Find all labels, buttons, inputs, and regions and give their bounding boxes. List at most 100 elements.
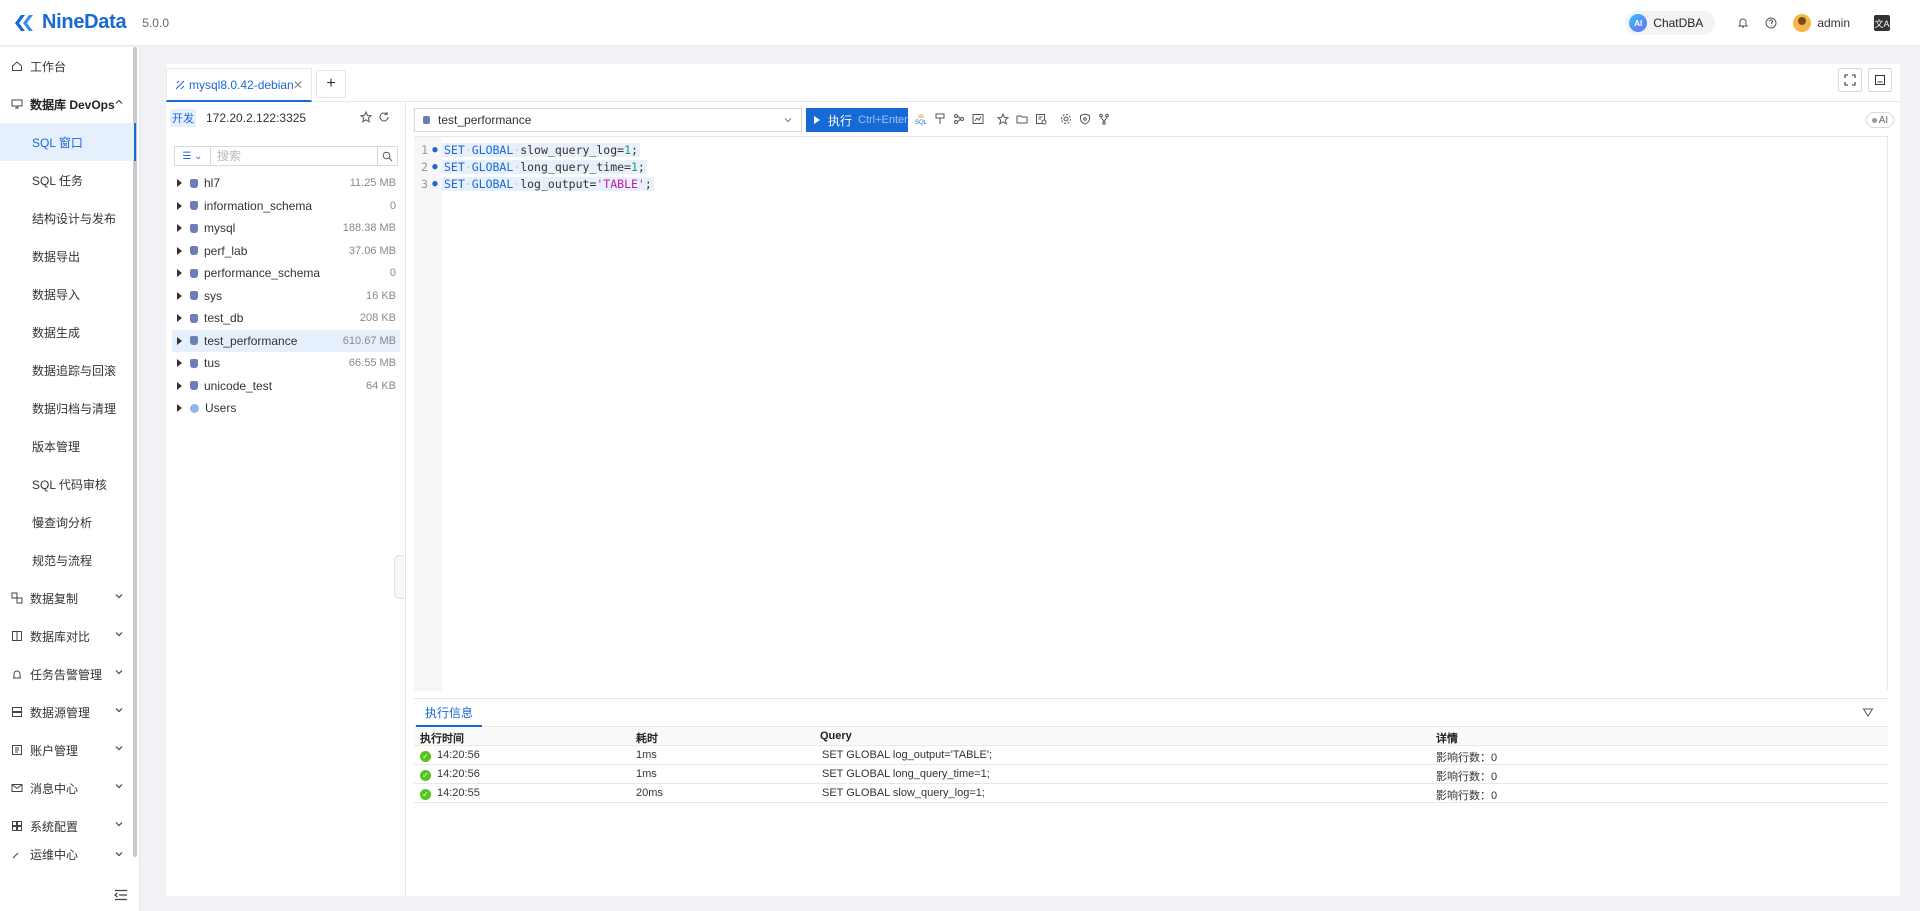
tree-row[interactable]: hl7 11.25 MB [172, 172, 400, 195]
star-icon[interactable] [360, 111, 372, 123]
collapse-result-icon[interactable] [1862, 707, 1874, 719]
refresh-icon[interactable] [378, 111, 390, 123]
settings-icon[interactable] [1059, 112, 1073, 126]
database-icon [190, 358, 198, 368]
expand-caret-icon[interactable] [177, 269, 182, 278]
code-line: 3 ● SET·GLOBAL·log_output='TABLE'; [421, 176, 654, 191]
tree-row[interactable]: test_db 208 KB [172, 307, 400, 330]
tree-row[interactable]: unicode_test 64 KB [172, 375, 400, 398]
expand-caret-icon[interactable] [177, 224, 182, 233]
code-line: 2 ● SET·GLOBAL·long_query_time=1; [421, 159, 647, 174]
sidebar-item-sql-task[interactable]: SQL 任务 [0, 161, 136, 199]
sidebar-item-data-export[interactable]: 数据导出 [0, 237, 136, 275]
sidebar-group-ops-center[interactable]: 运维中心 [0, 845, 136, 863]
paint-brush-icon[interactable] [933, 112, 947, 126]
expand-caret-icon[interactable] [177, 404, 182, 413]
sidebar-group-label: 数据库 DevOps [30, 97, 115, 112]
sidebar-item-data-archive[interactable]: 数据归档与清理 [0, 389, 136, 427]
sidebar-group-label: 消息中心 [30, 781, 79, 796]
sidebar-group-label: 账户管理 [30, 743, 79, 758]
search-button[interactable] [377, 147, 397, 165]
chevron-down-icon [115, 670, 123, 675]
sidebar-group-messages[interactable]: 消息中心 [0, 769, 136, 807]
tree-row[interactable]: information_schema 0 [172, 195, 400, 218]
tree-row[interactable]: mysql 188.38 MB [172, 217, 400, 240]
user-name[interactable]: admin [1817, 16, 1850, 30]
language-switch-icon[interactable]: 文A [1874, 15, 1890, 31]
shield-icon[interactable] [1078, 112, 1092, 126]
sidebar-group-datasource[interactable]: 数据源管理 [0, 693, 136, 731]
expand-caret-icon[interactable] [177, 179, 182, 188]
table-row[interactable]: ✓ 14:20:55 20ms SET GLOBAL slow_query_log… [414, 784, 1888, 803]
tree-row[interactable]: performance_schema 0 [172, 262, 400, 285]
tab-execution-info[interactable]: 执行信息 [416, 699, 482, 727]
sidebar-group-label: 运维中心 [30, 847, 79, 862]
expand-caret-icon[interactable] [177, 291, 182, 300]
branch-icon[interactable] [1097, 112, 1111, 126]
filter-dropdown[interactable]: ☰ ⌄ [175, 147, 211, 165]
sidebar-item-data-import[interactable]: 数据导入 [0, 275, 136, 313]
tree-row-selected[interactable]: test_performance 610.67 MB [172, 329, 400, 352]
help-icon[interactable] [1764, 16, 1778, 30]
sidebar-item-sql-window[interactable]: SQL 窗口 [0, 123, 136, 161]
sidebar-group-replication[interactable]: 数据复制 [0, 579, 136, 617]
close-tab-icon[interactable]: ✕ [293, 78, 303, 92]
editor-tool-icons: SQL [914, 112, 1111, 126]
favorite-icon[interactable] [996, 112, 1010, 126]
database-select[interactable]: test_performance [414, 108, 802, 132]
sidebar-group-accounts[interactable]: 账户管理 [0, 731, 136, 769]
fullscreen-icon[interactable] [1838, 68, 1862, 92]
sidebar-item-rules-flow[interactable]: 规范与流程 [0, 541, 136, 579]
tree-row[interactable]: perf_lab 37.06 MB [172, 240, 400, 263]
sql-editor[interactable]: 1 ● SET·GLOBAL·slow_query_log=1; 2 ● SET·G… [414, 136, 1888, 691]
history-icon[interactable] [1034, 112, 1048, 126]
connection-host: 172.20.2.122:3325 [206, 111, 307, 125]
expand-caret-icon[interactable] [177, 359, 182, 368]
sidebar-item-sql-review[interactable]: SQL 代码审核 [0, 465, 136, 503]
expand-caret-icon[interactable] [177, 201, 182, 210]
sidebar-group-alerts[interactable]: 任务告警管理 [0, 655, 136, 693]
tree-row[interactable]: tus 66.55 MB [172, 352, 400, 375]
add-tab-button[interactable]: + [316, 70, 346, 98]
connection-tab-bar: mysql8.0.42-debian ✕ + [166, 64, 1900, 102]
ai-toggle[interactable]: AI [1866, 112, 1894, 128]
database-icon [190, 246, 198, 256]
sidebar-item-version-manage[interactable]: 版本管理 [0, 427, 136, 465]
sidebar-group-system-config[interactable]: 系统配置 [0, 807, 136, 845]
expand-caret-icon[interactable] [177, 246, 182, 255]
expand-caret-icon[interactable] [177, 336, 182, 345]
bell-icon[interactable] [1736, 16, 1750, 30]
tree-row[interactable]: Users [172, 397, 400, 420]
sidebar-item-data-rollback[interactable]: 数据追踪与回滚 [0, 351, 136, 389]
logo[interactable]: NineData [12, 11, 127, 35]
folder-icon[interactable] [1015, 112, 1029, 126]
tab-connection[interactable]: mysql8.0.42-debian ✕ [166, 68, 312, 102]
sidebar-group-devops[interactable]: 数据库 DevOps [0, 85, 136, 123]
tree-row[interactable]: sys 16 KB [172, 285, 400, 308]
table-row[interactable]: ✓ 14:20:56 1ms SET GLOBAL long_query_time… [414, 765, 1888, 784]
table-row[interactable]: ✓ 14:20:56 1ms SET GLOBAL log_output='TAB… [414, 746, 1888, 765]
database-select-value: test_performance [438, 113, 532, 127]
expand-caret-icon[interactable] [177, 314, 182, 323]
chart-icon[interactable] [971, 112, 985, 126]
line-marker-icon: ● [432, 144, 438, 155]
search-icon [382, 151, 393, 161]
sidebar-item-slow-query[interactable]: 慢查询分析 [0, 503, 136, 541]
user-avatar[interactable] [1793, 14, 1812, 32]
layout-icon[interactable] [1868, 68, 1892, 92]
explain-plan-icon[interactable] [952, 112, 966, 126]
chatdba-button[interactable]: AI ChatDBA [1625, 11, 1716, 35]
collapse-sidebar-icon[interactable] [114, 889, 128, 901]
execute-button[interactable]: 执行 Ctrl+Enter [806, 108, 908, 132]
home-icon [10, 59, 24, 73]
sidebar-item-workbench[interactable]: 工作台 [0, 47, 136, 85]
tree-search-input[interactable] [211, 147, 377, 165]
sidebar-item-data-generate[interactable]: 数据生成 [0, 313, 136, 351]
sidebar-group-compare[interactable]: 数据库对比 [0, 617, 136, 655]
expand-caret-icon[interactable] [177, 381, 182, 390]
sql-format-icon[interactable]: SQL [914, 112, 928, 126]
play-icon [814, 116, 820, 124]
sidebar-group-label: 数据复制 [30, 591, 79, 606]
sidebar-item-schema-design[interactable]: 结构设计与发布 [0, 199, 136, 237]
panel-splitter-handle[interactable] [394, 555, 404, 599]
